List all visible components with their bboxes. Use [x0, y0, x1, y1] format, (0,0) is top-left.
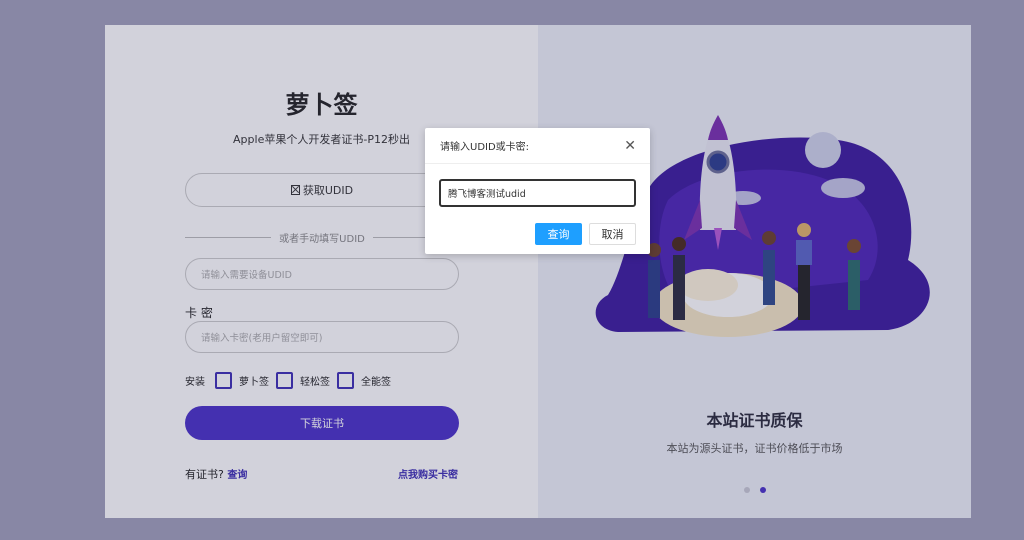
cancel-button[interactable]: 取消 — [589, 223, 636, 245]
dialog-title: 请输入UDID或卡密: — [440, 142, 530, 153]
modal-overlay[interactable] — [0, 0, 1024, 540]
dialog-input-value: 腾飞博客测试udid — [448, 189, 526, 200]
confirm-query-button[interactable]: 查询 — [535, 223, 582, 245]
udid-dialog: 请输入UDID或卡密: ✕ 腾飞博客测试udid 查询 取消 — [425, 128, 650, 254]
dialog-buttons: 查询 取消 — [535, 223, 636, 245]
close-icon[interactable]: ✕ — [624, 139, 636, 153]
dialog-header: 请输入UDID或卡密: ✕ — [425, 128, 650, 164]
dialog-input[interactable]: 腾飞博客测试udid — [439, 179, 636, 207]
